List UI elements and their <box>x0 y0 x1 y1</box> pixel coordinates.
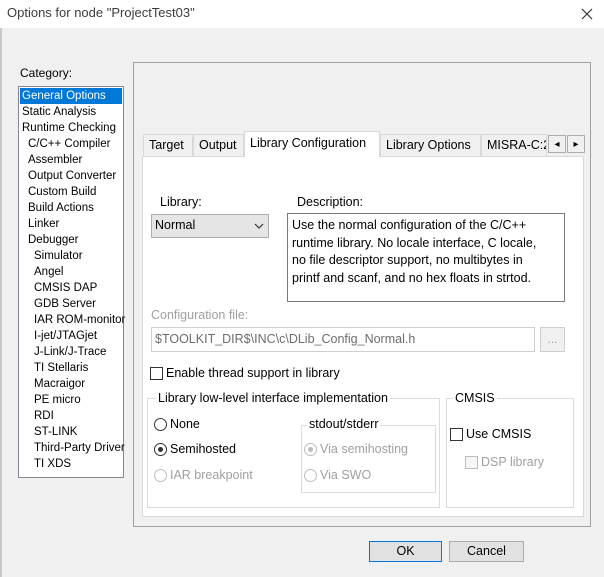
stdout-group-title: stdout/stderr <box>307 417 381 431</box>
radio-via-semihosting[interactable] <box>304 443 317 456</box>
radio-none[interactable] <box>154 418 167 431</box>
tab-misra-c[interactable]: MISRA-C:2 <box>481 134 547 156</box>
library-select-value: Normal <box>155 218 196 232</box>
category-item-ijet-jtagjet[interactable]: I-jet/JTAGjet <box>20 328 123 344</box>
category-item-st-link[interactable]: ST-LINK <box>20 424 123 440</box>
category-item-jlink-jtrace[interactable]: J-Link/J-Trace <box>20 344 123 360</box>
description-line: runtime library. No locale interface, C … <box>292 235 537 250</box>
radio-iar-breakpoint-label: IAR breakpoint <box>170 468 253 482</box>
category-label: Category: <box>20 66 73 80</box>
description-box: Use the normal configuration of the C/C+… <box>287 213 565 302</box>
category-item-pe-micro[interactable]: PE micro <box>20 392 123 408</box>
category-list[interactable]: General Options Static Analysis Runtime … <box>18 86 125 478</box>
description-line: no file descriptor support, no multibyte… <box>292 253 523 267</box>
category-item-assembler[interactable]: Assembler <box>20 152 123 168</box>
cmsis-groupbox <box>446 398 574 508</box>
config-file-label: Configuration file: <box>151 308 249 322</box>
radio-semihosted-label: Semihosted <box>170 442 237 456</box>
category-item-third-party-driver[interactable]: Third-Party Driver <box>20 440 125 456</box>
radio-via-swo-label: Via SWO <box>320 468 372 482</box>
arrow-right-icon: ▸ <box>573 138 579 150</box>
category-item-iar-rom-monitor[interactable]: IAR ROM-monitor <box>20 312 125 328</box>
radio-semihosted[interactable] <box>154 443 167 456</box>
config-file-input[interactable]: $TOOLKIT_DIR$\INC\c\DLib_Config_Normal.h <box>151 327 535 352</box>
description-line: printf and scanf, and no hex floats in s… <box>292 270 532 285</box>
thread-support-label: Enable thread support in library <box>166 366 340 380</box>
tab-output[interactable]: Output <box>193 134 244 156</box>
close-button[interactable] <box>570 0 604 28</box>
category-item-ti-stellaris[interactable]: TI Stellaris <box>20 360 123 376</box>
cmsis-group-title: CMSIS <box>453 391 497 405</box>
category-item-runtime-checking[interactable]: Runtime Checking <box>20 120 123 136</box>
category-item-ti-xds[interactable]: TI XDS <box>20 456 123 472</box>
tab-library-options[interactable]: Library Options <box>380 134 481 156</box>
use-cmsis-checkbox[interactable] <box>450 428 463 441</box>
description-line: Use the normal configuration of the C/C+… <box>292 218 527 232</box>
tab-scroll-right-button[interactable]: ▸ <box>567 135 585 153</box>
radio-none-label: None <box>170 417 200 431</box>
category-item-build-actions[interactable]: Build Actions <box>20 200 123 216</box>
description-label: Description: <box>297 195 363 209</box>
category-item-rdi[interactable]: RDI <box>20 408 123 424</box>
library-label: Library: <box>160 195 202 209</box>
tab-scroll-left-button[interactable]: ◂ <box>548 135 566 153</box>
radio-via-semihosting-label: Via semihosting <box>320 442 409 456</box>
tab-target[interactable]: Target <box>143 134 193 156</box>
window-title: Options for node "ProjectTest03" <box>7 5 195 20</box>
chevron-down-icon <box>254 223 264 229</box>
category-item-simulator[interactable]: Simulator <box>20 248 123 264</box>
category-item-cmsis-dap[interactable]: CMSIS DAP <box>20 280 123 296</box>
ok-button[interactable]: OK <box>369 541 442 562</box>
category-item-output-converter[interactable]: Output Converter <box>20 168 123 184</box>
category-item-debugger[interactable]: Debugger <box>20 232 123 248</box>
dsp-library-checkbox[interactable] <box>465 456 478 469</box>
category-item-custom-build[interactable]: Custom Build <box>20 184 123 200</box>
category-item-macraigor[interactable]: Macraigor <box>20 376 123 392</box>
cancel-button[interactable]: Cancel <box>449 541 524 562</box>
radio-via-swo[interactable] <box>304 469 317 482</box>
category-item-cpp-compiler[interactable]: C/C++ Compiler <box>20 136 123 152</box>
category-item-gdb-server[interactable]: GDB Server <box>20 296 123 312</box>
dsp-library-label: DSP library <box>481 455 544 469</box>
radio-iar-breakpoint[interactable] <box>154 469 167 482</box>
category-item-static-analysis[interactable]: Static Analysis <box>20 104 123 120</box>
thread-support-checkbox[interactable] <box>150 367 163 380</box>
window-border <box>0 28 2 577</box>
use-cmsis-label: Use CMSIS <box>466 427 532 441</box>
close-icon <box>581 8 593 20</box>
category-item-angel[interactable]: Angel <box>20 264 123 280</box>
arrow-left-icon: ◂ <box>554 138 560 150</box>
tab-library-configuration[interactable]: Library Configuration <box>244 131 380 157</box>
config-file-browse-button[interactable]: ... <box>540 327 565 352</box>
library-select[interactable]: Normal <box>151 214 269 238</box>
lowlevel-group-title: Library low-level interface implementati… <box>156 391 390 405</box>
category-item-linker[interactable]: Linker <box>20 216 123 232</box>
category-item-general-options[interactable]: General Options <box>20 88 122 104</box>
stdout-groupbox <box>301 425 436 493</box>
